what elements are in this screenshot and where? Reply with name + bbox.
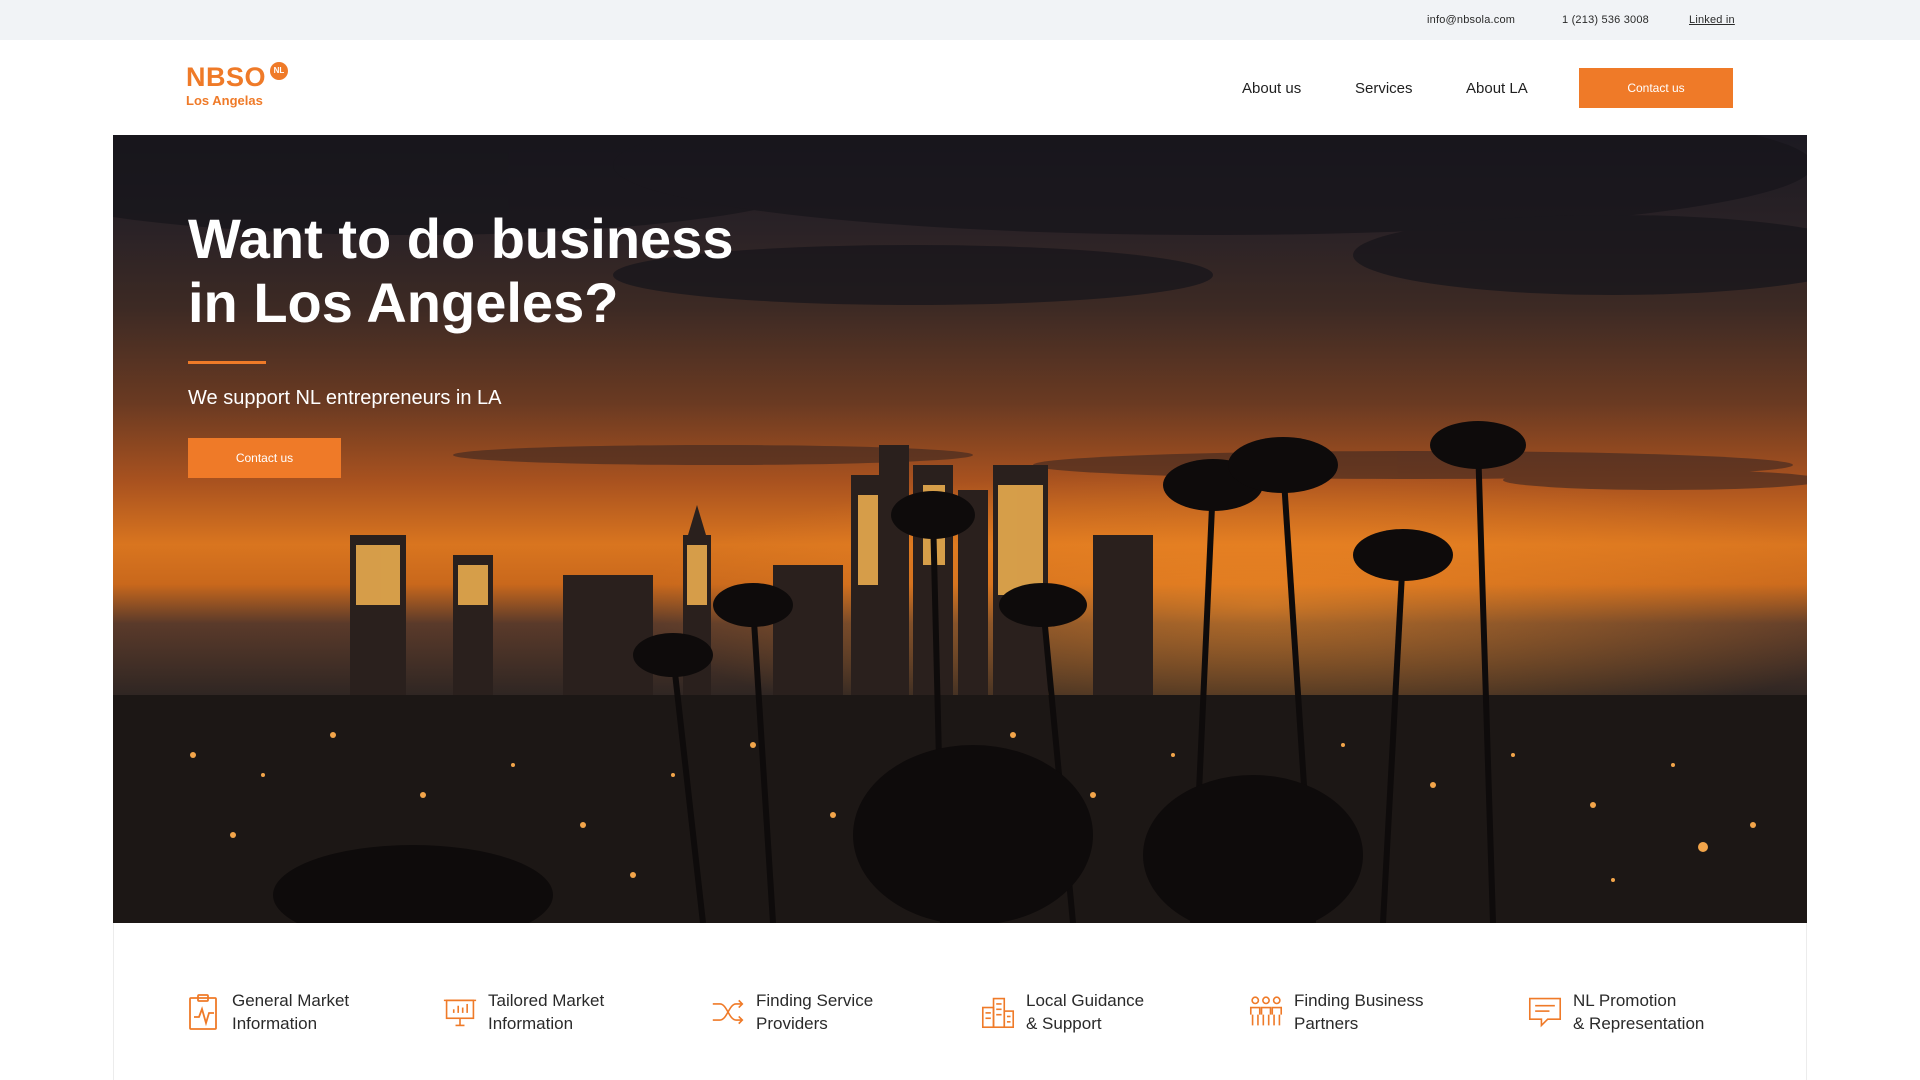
logo[interactable]: NBSO NL Los Angelas (186, 62, 296, 112)
service-label-line-1: General Market (232, 991, 350, 1010)
service-label: Local Guidance & Support (1026, 989, 1144, 1035)
header-contact-button[interactable]: Contact us (1579, 68, 1733, 108)
hero-title-line-1: Want to do business (188, 207, 734, 270)
phone-link[interactable]: 1 (213) 536 3008 (1562, 14, 1649, 26)
service-label-line-1: Finding Service (756, 991, 874, 1010)
hero-title-line-2: in Los Angeles? (188, 271, 619, 334)
services-strip: General Market Information Tailored Mark… (113, 923, 1807, 1080)
logo-wordmark: NBSO (186, 62, 267, 92)
service-label-line-1: Tailored Market (488, 991, 605, 1010)
site-header: NBSO NL Los Angelas About us Services Ab… (0, 40, 1920, 135)
nav-services[interactable]: Services (1355, 80, 1413, 97)
logo-subtitle: Los Angelas (186, 93, 263, 108)
hero-banner: Want to do business in Los Angeles? We s… (113, 135, 1807, 923)
email-link[interactable]: info@nbsola.com (1427, 14, 1515, 26)
service-label-line-1: Finding Business (1294, 991, 1424, 1010)
clipboard-chart-icon (189, 994, 217, 1030)
buildings-icon (981, 997, 1015, 1029)
presentation-board-icon (443, 999, 477, 1027)
service-label-line-2: Information (232, 1014, 318, 1033)
service-label-line-2: Providers (756, 1014, 828, 1033)
service-label: General Market Information (232, 989, 349, 1035)
logo-nl-badge: NL (270, 62, 288, 80)
hero-divider (188, 361, 266, 364)
chat-bubble-icon (1528, 997, 1562, 1028)
hero-subtitle: We support NL entrepreneurs in LA (188, 387, 502, 409)
hero-title: Want to do business in Los Angeles? (188, 207, 828, 335)
hero-contact-button[interactable]: Contact us (188, 438, 341, 478)
nav-about-la[interactable]: About LA (1466, 80, 1528, 97)
service-label-line-2: Partners (1294, 1014, 1359, 1033)
service-label-line-2: & Representation (1573, 1014, 1705, 1033)
service-label-line-2: & Support (1026, 1014, 1102, 1033)
shuffle-arrows-icon (712, 999, 744, 1025)
service-label-line-1: Local Guidance (1026, 991, 1145, 1010)
nav-about-us[interactable]: About us (1242, 80, 1301, 97)
service-label: Finding Service Providers (756, 989, 873, 1035)
service-label-line-1: NL Promotion (1573, 991, 1677, 1010)
linkedin-link[interactable]: Linked in (1689, 14, 1735, 26)
service-label: Finding Business Partners (1294, 989, 1423, 1035)
people-group-icon (1249, 996, 1283, 1026)
top-utility-bar: info@nbsola.com 1 (213) 536 3008 Linked … (0, 0, 1920, 40)
service-label: Tailored Market Information (488, 989, 604, 1035)
service-label: NL Promotion & Representation (1573, 989, 1704, 1035)
service-label-line-2: Information (488, 1014, 574, 1033)
